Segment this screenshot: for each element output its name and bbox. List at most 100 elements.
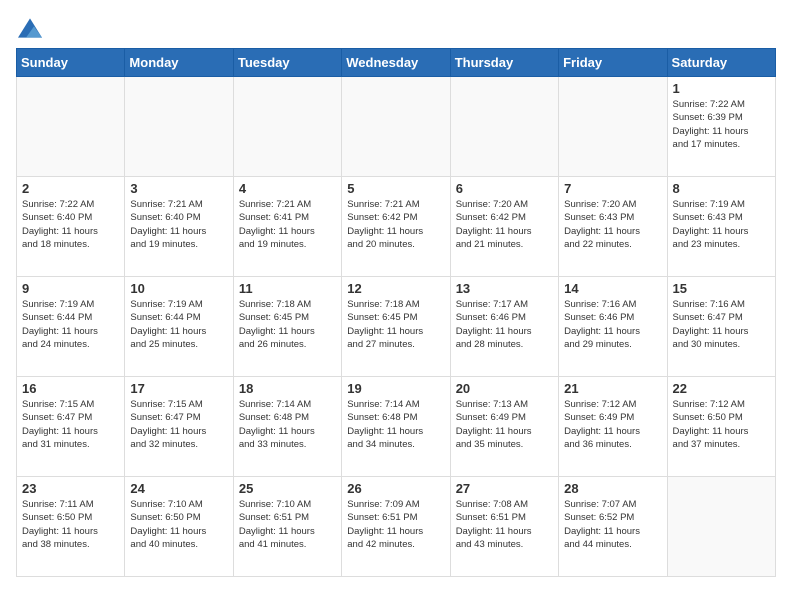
calendar-cell: 7 Sunrise: 7:20 AM Sunset: 6:43 PM Daylig… [559,177,667,277]
calendar-cell [450,77,558,177]
day-info: Sunrise: 7:16 AM Sunset: 6:46 PM Dayligh… [564,298,661,351]
calendar-week-row: 9 Sunrise: 7:19 AM Sunset: 6:44 PM Daylig… [17,277,776,377]
day-info: Sunrise: 7:19 AM Sunset: 6:43 PM Dayligh… [673,198,770,251]
weekday-header-friday: Friday [559,49,667,77]
day-number: 13 [456,281,553,296]
calendar-cell: 1Sunrise: 7:22 AM Sunset: 6:39 PM Daylig… [667,77,775,177]
day-info: Sunrise: 7:21 AM Sunset: 6:40 PM Dayligh… [130,198,227,251]
calendar-table: SundayMondayTuesdayWednesdayThursdayFrid… [16,48,776,577]
day-info: Sunrise: 7:21 AM Sunset: 6:41 PM Dayligh… [239,198,336,251]
day-info: Sunrise: 7:10 AM Sunset: 6:51 PM Dayligh… [239,498,336,551]
calendar-cell [559,77,667,177]
calendar-cell: 14 Sunrise: 7:16 AM Sunset: 6:46 PM Dayli… [559,277,667,377]
calendar-cell: 28 Sunrise: 7:07 AM Sunset: 6:52 PM Dayli… [559,477,667,577]
logo [16,16,42,40]
day-info: Sunrise: 7:20 AM Sunset: 6:43 PM Dayligh… [564,198,661,251]
day-number: 24 [130,481,227,496]
day-number: 25 [239,481,336,496]
day-number: 9 [22,281,119,296]
day-number: 1 [673,81,770,96]
day-number: 19 [347,381,444,396]
calendar-cell: 17 Sunrise: 7:15 AM Sunset: 6:47 PM Dayli… [125,377,233,477]
day-number: 28 [564,481,661,496]
day-info: Sunrise: 7:18 AM Sunset: 6:45 PM Dayligh… [239,298,336,351]
day-info: Sunrise: 7:20 AM Sunset: 6:42 PM Dayligh… [456,198,553,251]
calendar-cell [125,77,233,177]
calendar-cell: 26 Sunrise: 7:09 AM Sunset: 6:51 PM Dayli… [342,477,450,577]
day-number: 5 [347,181,444,196]
calendar-cell: 21 Sunrise: 7:12 AM Sunset: 6:49 PM Dayli… [559,377,667,477]
calendar-cell: 18Sunrise: 7:14 AM Sunset: 6:48 PM Dayli… [233,377,341,477]
calendar-cell: 23 Sunrise: 7:11 AM Sunset: 6:50 PM Dayli… [17,477,125,577]
calendar-cell: 19 Sunrise: 7:14 AM Sunset: 6:48 PM Dayli… [342,377,450,477]
day-info: Sunrise: 7:14 AM Sunset: 6:48 PM Dayligh… [347,398,444,451]
calendar-cell: 2 Sunrise: 7:22 AM Sunset: 6:40 PM Daylig… [17,177,125,277]
calendar-cell: 15Sunrise: 7:16 AM Sunset: 6:47 PM Dayli… [667,277,775,377]
calendar-cell: 3 Sunrise: 7:21 AM Sunset: 6:40 PM Daylig… [125,177,233,277]
calendar-cell: 20 Sunrise: 7:13 AM Sunset: 6:49 PM Dayli… [450,377,558,477]
day-info: Sunrise: 7:10 AM Sunset: 6:50 PM Dayligh… [130,498,227,551]
day-info: Sunrise: 7:12 AM Sunset: 6:49 PM Dayligh… [564,398,661,451]
day-number: 7 [564,181,661,196]
weekday-header-saturday: Saturday [667,49,775,77]
weekday-header-thursday: Thursday [450,49,558,77]
day-info: Sunrise: 7:15 AM Sunset: 6:47 PM Dayligh… [22,398,119,451]
day-info: Sunrise: 7:09 AM Sunset: 6:51 PM Dayligh… [347,498,444,551]
day-number: 18 [239,381,336,396]
day-number: 21 [564,381,661,396]
day-number: 2 [22,181,119,196]
calendar-cell [667,477,775,577]
calendar-cell: 27 Sunrise: 7:08 AM Sunset: 6:51 PM Dayli… [450,477,558,577]
calendar-cell: 22 Sunrise: 7:12 AM Sunset: 6:50 PM Dayli… [667,377,775,477]
day-number: 15 [673,281,770,296]
day-info: Sunrise: 7:17 AM Sunset: 6:46 PM Dayligh… [456,298,553,351]
calendar-cell [342,77,450,177]
calendar-cell [233,77,341,177]
calendar-cell: 24 Sunrise: 7:10 AM Sunset: 6:50 PM Dayli… [125,477,233,577]
day-number: 23 [22,481,119,496]
calendar-cell: 13 Sunrise: 7:17 AM Sunset: 6:46 PM Dayli… [450,277,558,377]
calendar-cell: 6 Sunrise: 7:20 AM Sunset: 6:42 PM Daylig… [450,177,558,277]
calendar-week-row: 1Sunrise: 7:22 AM Sunset: 6:39 PM Daylig… [17,77,776,177]
day-info: Sunrise: 7:22 AM Sunset: 6:40 PM Dayligh… [22,198,119,251]
calendar-cell: 4Sunrise: 7:21 AM Sunset: 6:41 PM Daylig… [233,177,341,277]
day-info: Sunrise: 7:11 AM Sunset: 6:50 PM Dayligh… [22,498,119,551]
day-number: 22 [673,381,770,396]
day-info: Sunrise: 7:19 AM Sunset: 6:44 PM Dayligh… [130,298,227,351]
day-number: 17 [130,381,227,396]
day-info: Sunrise: 7:21 AM Sunset: 6:42 PM Dayligh… [347,198,444,251]
day-info: Sunrise: 7:07 AM Sunset: 6:52 PM Dayligh… [564,498,661,551]
calendar-week-row: 16 Sunrise: 7:15 AM Sunset: 6:47 PM Dayli… [17,377,776,477]
day-number: 6 [456,181,553,196]
day-number: 26 [347,481,444,496]
day-info: Sunrise: 7:13 AM Sunset: 6:49 PM Dayligh… [456,398,553,451]
day-info: Sunrise: 7:18 AM Sunset: 6:45 PM Dayligh… [347,298,444,351]
day-number: 16 [22,381,119,396]
calendar-cell: 11 Sunrise: 7:18 AM Sunset: 6:45 PM Dayli… [233,277,341,377]
day-number: 10 [130,281,227,296]
weekday-header-tuesday: Tuesday [233,49,341,77]
weekday-header-wednesday: Wednesday [342,49,450,77]
day-number: 3 [130,181,227,196]
day-number: 12 [347,281,444,296]
day-number: 11 [239,281,336,296]
calendar-cell: 10 Sunrise: 7:19 AM Sunset: 6:44 PM Dayli… [125,277,233,377]
calendar-cell: 8 Sunrise: 7:19 AM Sunset: 6:43 PM Daylig… [667,177,775,277]
calendar-cell: 12 Sunrise: 7:18 AM Sunset: 6:45 PM Dayli… [342,277,450,377]
day-number: 14 [564,281,661,296]
day-info: Sunrise: 7:08 AM Sunset: 6:51 PM Dayligh… [456,498,553,551]
calendar-cell: 25 Sunrise: 7:10 AM Sunset: 6:51 PM Dayli… [233,477,341,577]
weekday-header-sunday: Sunday [17,49,125,77]
day-info: Sunrise: 7:15 AM Sunset: 6:47 PM Dayligh… [130,398,227,451]
day-number: 20 [456,381,553,396]
calendar-cell: 5 Sunrise: 7:21 AM Sunset: 6:42 PM Daylig… [342,177,450,277]
day-number: 8 [673,181,770,196]
day-number: 27 [456,481,553,496]
day-info: Sunrise: 7:12 AM Sunset: 6:50 PM Dayligh… [673,398,770,451]
calendar-cell: 9Sunrise: 7:19 AM Sunset: 6:44 PM Daylig… [17,277,125,377]
weekday-header-monday: Monday [125,49,233,77]
page-header [16,16,776,40]
calendar-header-row: SundayMondayTuesdayWednesdayThursdayFrid… [17,49,776,77]
calendar-cell: 16 Sunrise: 7:15 AM Sunset: 6:47 PM Dayli… [17,377,125,477]
calendar-week-row: 23 Sunrise: 7:11 AM Sunset: 6:50 PM Dayli… [17,477,776,577]
